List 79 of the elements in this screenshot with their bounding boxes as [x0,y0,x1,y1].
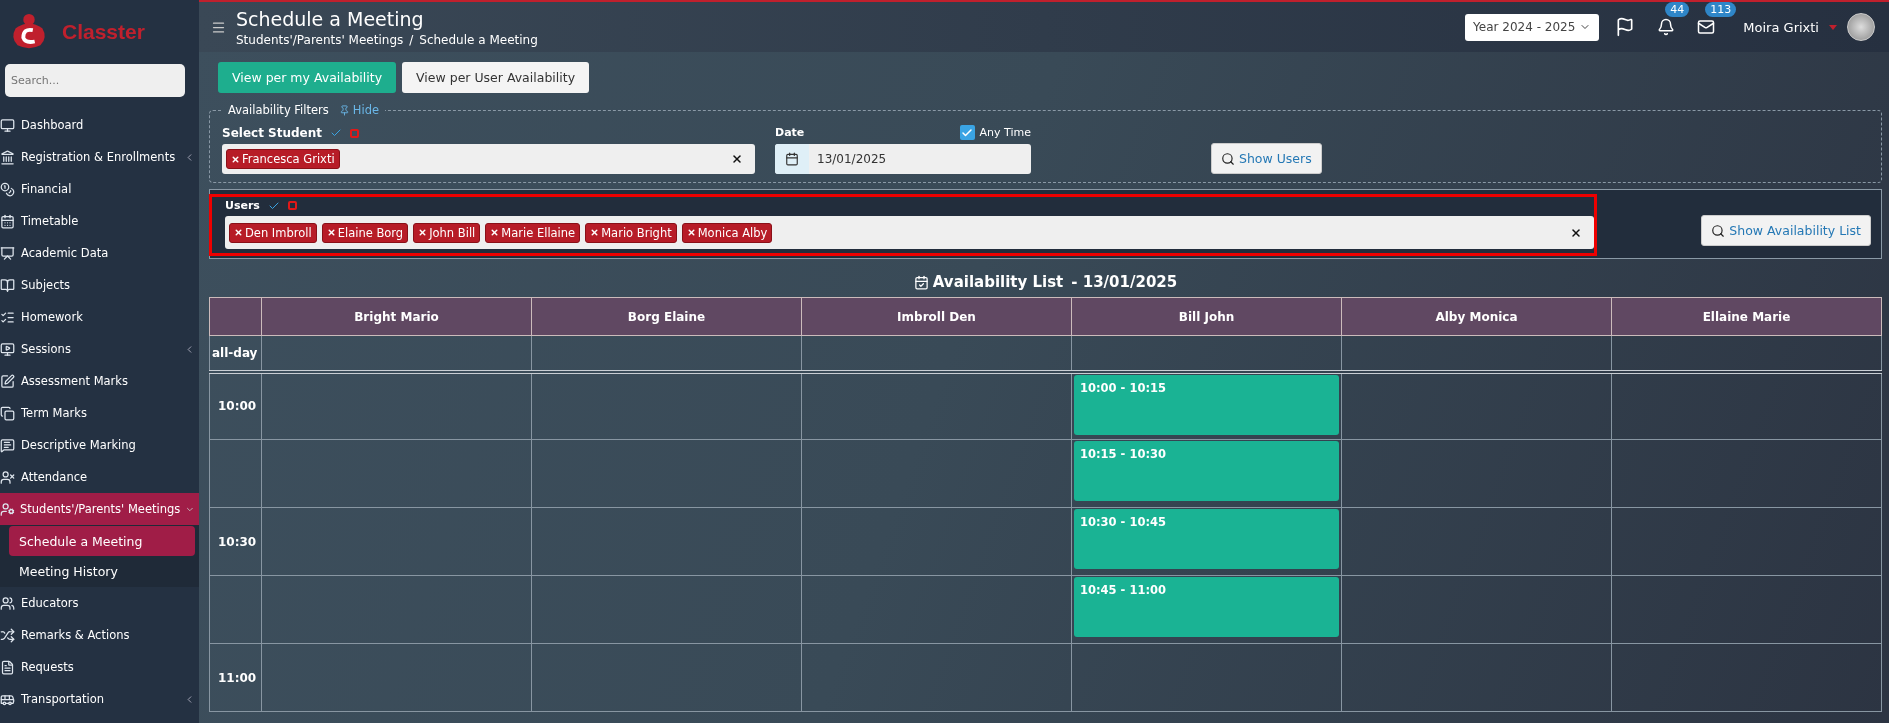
calendar-icon[interactable] [775,144,809,174]
sidebar-subitem[interactable]: Schedule a Meeting [9,526,195,556]
user-tag[interactable]: John Bill [413,222,481,243]
calendar-check-icon [913,274,929,290]
sidebar-item[interactable]: Timetable [0,205,199,237]
column-header: Borg Elaine [531,297,802,336]
user-tag[interactable]: Monica Alby [681,222,773,243]
date-field[interactable]: 13/01/2025 [775,144,1031,174]
user-tag[interactable]: Den Imbroll [229,222,317,243]
sidebar-item[interactable]: Registration & Enrollments [0,141,199,173]
time-label: 10:30 [209,507,262,576]
any-time-label: Any Time [979,126,1031,139]
clear-icon[interactable] [731,153,743,165]
users-label: Users [225,199,260,212]
column-header: Alby Monica [1341,297,1612,336]
users-select[interactable]: Den Imbroll Elaine Borg John Bill Marie Ellaine Mario Bright Monica Alby [225,216,1594,249]
view-button[interactable]: View per User Availability [402,62,590,93]
sidebar-item[interactable]: Assessment Marks [0,365,199,397]
brand-name: Classter [62,20,145,44]
remove-icon[interactable] [234,228,243,237]
column-header: Imbroll Den [801,297,1072,336]
hide-link[interactable]: Hide [338,103,380,117]
sidebar-item[interactable]: Transportation [0,683,199,715]
user-tag[interactable]: Elaine Borg [321,222,409,243]
sidebar-item[interactable]: Financial [0,173,199,205]
remove-icon[interactable] [590,228,600,237]
clear-all-icon[interactable] [287,201,297,210]
date-label: Date [775,126,805,139]
year-select[interactable]: Year 2024 - 2025 [1465,13,1600,41]
clear-icon[interactable] [1570,226,1582,239]
sidebar-item[interactable]: Attendance [0,461,199,493]
user-tag[interactable]: Mario Bright [585,222,677,243]
message-count: 113 [1705,2,1737,17]
table-header [209,297,262,336]
sidebar-item[interactable]: Subjects [0,269,199,301]
student-select[interactable]: Francesca Grixti [222,144,755,174]
any-time-checkbox[interactable] [959,125,975,140]
remove-icon[interactable] [326,228,336,237]
filters-legend: Availability Filters [228,103,329,117]
sidebar-item[interactable]: Requests [0,651,199,683]
search-icon [1221,151,1235,166]
sidebar-item[interactable]: Educators [0,587,199,619]
sidebar-item[interactable]: Academic Data [0,237,199,269]
sidebar-item[interactable]: Homework [0,301,199,333]
sidebar-item[interactable]: Remarks & Actions [0,619,199,651]
student-label: Select Student [222,126,322,140]
notification-count: 44 [1665,2,1690,17]
avatar[interactable] [1847,13,1875,41]
sidebar-item[interactable]: Sessions [0,333,199,365]
remove-icon[interactable] [490,228,500,237]
select-all-icon[interactable] [330,127,342,139]
user-tag[interactable]: Marie Ellaine [485,222,581,243]
column-header: Ellaine Marie [1611,297,1882,336]
availability-date: - 13/01/2025 [1071,273,1178,291]
user-name[interactable]: Moira Grixti [1743,19,1819,35]
column-header: Bill John [1071,297,1342,336]
page-title: Schedule a Meeting [236,7,425,30]
sidebar-item[interactable]: Students'/Parents' Meetings [0,493,199,525]
show-users-button[interactable]: Show Users [1211,143,1322,174]
sidebar-item[interactable]: Term Marks [0,397,199,429]
remove-icon[interactable] [686,228,696,237]
time-label: 10:00 [209,371,262,440]
sidebar-item[interactable]: Dashboard [0,109,199,141]
student-tag[interactable]: Francesca Grixti [226,149,340,169]
remove-icon[interactable] [418,228,428,237]
time-label: 11:00 [209,643,262,712]
breadcrumb-item[interactable]: Students'/Parents' Meetings [236,32,404,47]
search-field[interactable]: Search... [5,64,185,97]
breadcrumb-item: Schedule a Meeting [419,32,538,47]
row-label: all-day [209,335,262,372]
sidebar-subitem[interactable]: Meeting History [9,556,195,586]
breadcrumb-separator: / [409,32,414,47]
pin-icon [338,104,350,116]
availability-title: Availability List [913,273,1064,291]
column-header: Bright Mario [261,297,532,336]
show-availability-button[interactable]: Show Availability List [1701,215,1871,246]
remove-icon[interactable] [231,154,240,164]
search-icon [1711,223,1726,238]
sidebar-item[interactable]: Descriptive Marking [0,429,199,461]
